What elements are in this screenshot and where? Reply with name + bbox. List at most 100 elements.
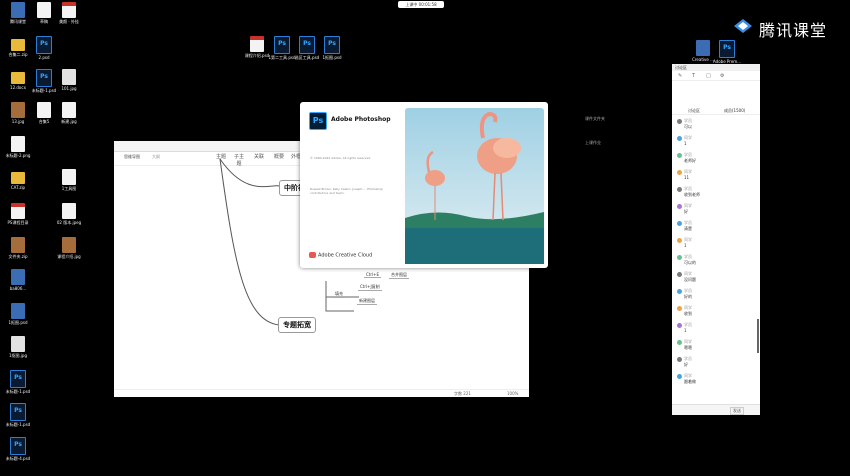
- chat-scrollbar[interactable]: [757, 319, 759, 353]
- avatar: [677, 237, 682, 243]
- chat-input-bar: 发送: [672, 404, 760, 415]
- settings-icon[interactable]: ⚙: [720, 73, 724, 79]
- chat-sender: 学员: [684, 322, 692, 327]
- mindmap-subnode[interactable]: 新建图层: [357, 298, 377, 305]
- desktop-icon[interactable]: Ps 1抠图.psd: [315, 36, 349, 60]
- creative-cloud-text: Adobe Creative Cloud: [318, 252, 373, 259]
- chat-sender: 学员: [684, 118, 692, 123]
- chat-text: 老师好: [684, 158, 696, 163]
- chat-text: 嗯嗯: [684, 345, 692, 350]
- chat-sender: 同学: [684, 237, 692, 242]
- mindmap-subnode[interactable]: Ctrl+J复制: [358, 284, 382, 291]
- pdf-file-icon: [11, 203, 25, 219]
- chat-message: 学员 好的: [677, 288, 751, 300]
- chat-panel: 讨论区 ✎ T □ ⚙ 讨论区 成员(1500) 学员 可以 同学 1 学员 老师好 同学 1…: [672, 64, 760, 415]
- zoom-level[interactable]: 100%: [507, 391, 518, 396]
- chat-message: 同学 跟着做: [677, 373, 751, 385]
- desktop-icon-label: 1工具图: [61, 186, 77, 191]
- tab-discussion[interactable]: 讨论区: [688, 108, 700, 114]
- shape-icon[interactable]: □: [706, 73, 711, 79]
- chat-message: 同学 11: [677, 169, 751, 180]
- edit-icon[interactable]: ✎: [678, 73, 682, 79]
- desktop-icon[interactable]: Ps 未标题-1.psd: [1, 370, 35, 394]
- avatar: [677, 356, 682, 362]
- chat-sender: 学员: [684, 186, 692, 191]
- desktop-icon[interactable]: 未标题-2.png: [1, 136, 35, 158]
- desktop-icon[interactable]: CAT.zip: [1, 169, 35, 190]
- pdf-file-icon: [62, 2, 76, 18]
- mindmap-statusbar: 字数 221 100%: [114, 389, 529, 398]
- doc-file-icon: [37, 102, 51, 118]
- avatar: [677, 152, 682, 158]
- avatar: [677, 254, 682, 260]
- avatar: [677, 339, 682, 345]
- mindmap-node-main-b[interactable]: 专题拓宽: [278, 317, 316, 333]
- desktop-icon[interactable]: PS课程目录: [1, 203, 35, 225]
- chat-message: 学员 可以的: [677, 254, 751, 266]
- mindmap-subnode[interactable]: 填充: [333, 291, 345, 298]
- avatar: [677, 373, 682, 379]
- desktop-icon[interactable]: 文件夹.zip: [1, 237, 35, 259]
- ps-file-icon: Ps: [36, 36, 52, 54]
- doc-file-icon: [37, 2, 51, 18]
- avatar: [677, 203, 682, 209]
- desktop-icon[interactable]: Ps Adobe Prem...: [710, 40, 744, 64]
- desktop-icon[interactable]: Ps 2.psd: [27, 36, 61, 60]
- ps-file-icon: Ps: [10, 403, 26, 421]
- pdf-file-icon: [250, 36, 264, 52]
- tab-members[interactable]: 成员(1500): [724, 108, 745, 114]
- class-status-pill[interactable]: 上课中 00:01:58: [398, 1, 444, 8]
- chat-message: 学员 老师好: [677, 152, 751, 164]
- avatar: [677, 322, 682, 328]
- send-button[interactable]: 发送: [730, 407, 744, 415]
- desktop-icon-label: 1抠图.jpg: [8, 353, 27, 358]
- chat-message: 学员 清楚: [677, 220, 751, 232]
- creative-cloud-label: Adobe Creative Cloud: [309, 252, 372, 259]
- chat-message: 学员 1: [677, 322, 751, 333]
- avatar: [677, 135, 682, 141]
- desktop-icon[interactable]: Ps 未标题-4.psd: [1, 437, 35, 461]
- img-file-icon: [62, 237, 76, 253]
- avatar: [677, 186, 682, 192]
- chat-sender: 同学: [684, 305, 692, 310]
- desktop-label: 课件文件夹: [585, 116, 605, 121]
- text-icon[interactable]: T: [692, 73, 695, 79]
- desktop-icon[interactable]: 新建.jpg: [52, 102, 86, 124]
- chat-text: 1: [684, 243, 687, 248]
- chat-sender: 同学: [684, 135, 692, 140]
- desktop-icon-label: 未标题-2.png: [5, 153, 31, 158]
- doc-file-icon: [11, 136, 25, 152]
- desktop-icon-label: ba806...: [9, 286, 27, 291]
- desktop-icon[interactable]: Ps 未标题-1.psd: [1, 403, 35, 427]
- desktop-icon[interactable]: 美颜 · 外挂: [52, 2, 86, 24]
- chat-sender: 学员: [684, 220, 692, 225]
- mindmap-subnode[interactable]: Ctrl+E: [364, 272, 381, 278]
- desktop-icon[interactable]: ba806...: [1, 269, 35, 291]
- chat-text: 收到: [684, 311, 692, 316]
- exe-file-icon: [11, 303, 25, 319]
- word-count: 字数 221: [454, 391, 471, 396]
- desktop-icon-label: 未标题-1.psd: [5, 389, 31, 394]
- desktop-icon-label: 2.psd: [38, 55, 50, 60]
- desktop-icon[interactable]: 1抠图.psd: [1, 303, 35, 325]
- chat-text: 1: [684, 141, 687, 146]
- folder-file-icon: [11, 39, 25, 51]
- desktop-icon[interactable]: 101.jpg: [52, 69, 86, 91]
- avatar: [677, 271, 682, 277]
- splash-credits: Russell Brown, Kelly Castro, Joseph ... …: [310, 187, 383, 195]
- desktop-icon[interactable]: 02 版本.jpeg: [52, 203, 86, 225]
- desktop-icon[interactable]: 1抠图.jpg: [1, 336, 35, 358]
- avatar: [677, 288, 682, 294]
- desktop-icon[interactable]: 1工具图: [52, 169, 86, 191]
- desktop-icon[interactable]: 课程介绍.jpg: [52, 237, 86, 259]
- chat-sender: 同学: [684, 169, 692, 174]
- splash-copyright: © 1990-2022 Adobe. All rights reserved.: [310, 156, 372, 160]
- avatar: [677, 220, 682, 226]
- chat-message: 同学 收到: [677, 305, 751, 317]
- note-file-icon: [62, 69, 76, 85]
- desktop-icon-label: 美颜 · 外挂: [59, 19, 79, 24]
- chat-header: 讨论区: [672, 64, 760, 71]
- desktop-icon-label: 未标题-1.psd: [5, 422, 31, 427]
- desktop-icon-label: 未标题-4.psd: [5, 456, 31, 461]
- mindmap-subnode[interactable]: 合并图层: [389, 272, 409, 279]
